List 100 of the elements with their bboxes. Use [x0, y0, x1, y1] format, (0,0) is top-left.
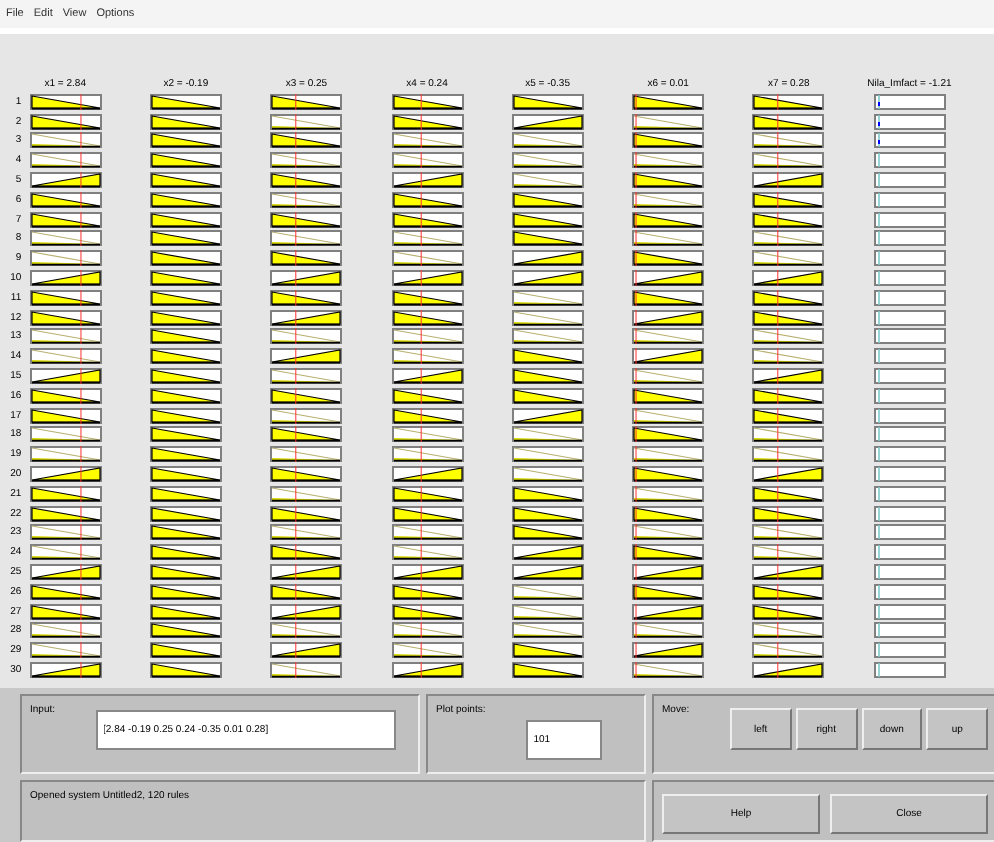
membership-plot[interactable]	[632, 446, 705, 463]
membership-plot[interactable]	[391, 446, 464, 463]
membership-plot[interactable]	[149, 564, 222, 580]
membership-plot[interactable]	[511, 270, 584, 287]
membership-plot[interactable]	[511, 211, 584, 228]
membership-plot[interactable]	[391, 622, 464, 639]
membership-plot[interactable]	[29, 348, 102, 365]
membership-plot[interactable]	[632, 426, 705, 443]
membership-plot[interactable]	[511, 368, 584, 385]
membership-plot[interactable]	[632, 387, 705, 404]
membership-plot[interactable]	[149, 387, 222, 404]
membership-plot[interactable]	[149, 250, 222, 267]
membership-plot[interactable]	[149, 466, 222, 483]
membership-plot[interactable]	[149, 642, 222, 659]
membership-plot[interactable]	[511, 661, 584, 678]
membership-plot[interactable]	[391, 583, 464, 600]
membership-plot[interactable]	[149, 230, 222, 247]
output-plot[interactable]	[873, 348, 946, 365]
membership-plot[interactable]	[511, 387, 584, 404]
membership-plot[interactable]	[391, 485, 464, 502]
output-plot[interactable]	[873, 485, 946, 502]
membership-plot[interactable]	[270, 113, 343, 130]
membership-plot[interactable]	[391, 250, 464, 267]
membership-plot[interactable]	[632, 172, 705, 189]
membership-plot[interactable]	[391, 426, 464, 443]
membership-plot[interactable]	[270, 132, 343, 149]
membership-plot[interactable]	[632, 466, 705, 483]
membership-plot[interactable]	[632, 250, 705, 267]
membership-plot[interactable]	[632, 348, 705, 365]
membership-plot[interactable]	[511, 485, 584, 502]
membership-plot[interactable]	[752, 485, 825, 502]
membership-plot[interactable]	[752, 270, 825, 287]
membership-plot[interactable]	[149, 309, 222, 326]
membership-plot[interactable]	[391, 93, 464, 110]
membership-plot[interactable]	[632, 230, 705, 247]
membership-plot[interactable]	[511, 466, 584, 483]
membership-plot[interactable]	[752, 603, 825, 620]
membership-plot[interactable]	[632, 132, 705, 149]
output-plot[interactable]	[873, 368, 946, 385]
membership-plot[interactable]	[632, 289, 705, 306]
membership-plot[interactable]	[270, 622, 343, 639]
output-plot[interactable]	[873, 505, 946, 522]
membership-plot[interactable]	[149, 152, 222, 169]
membership-plot[interactable]	[391, 152, 464, 169]
membership-plot[interactable]	[29, 132, 102, 149]
output-plot[interactable]	[873, 289, 946, 306]
membership-plot[interactable]	[511, 309, 584, 326]
membership-plot[interactable]	[29, 524, 102, 541]
membership-plot[interactable]	[149, 191, 222, 208]
output-plot[interactable]	[873, 309, 946, 326]
membership-plot[interactable]	[29, 661, 102, 678]
membership-plot[interactable]	[391, 289, 464, 306]
membership-plot[interactable]	[752, 309, 825, 326]
membership-plot[interactable]	[511, 603, 584, 620]
membership-plot[interactable]	[391, 564, 464, 580]
membership-plot[interactable]	[511, 191, 584, 208]
membership-plot[interactable]	[149, 211, 222, 228]
membership-plot[interactable]	[29, 466, 102, 483]
output-plot[interactable]	[873, 661, 946, 678]
membership-plot[interactable]	[29, 485, 102, 502]
membership-plot[interactable]	[29, 583, 102, 600]
membership-plot[interactable]	[391, 328, 464, 345]
output-plot[interactable]	[873, 172, 946, 189]
membership-plot[interactable]	[29, 387, 102, 404]
output-plot[interactable]	[873, 544, 946, 561]
membership-plot[interactable]	[752, 152, 825, 169]
membership-plot[interactable]	[752, 250, 825, 267]
membership-plot[interactable]	[752, 524, 825, 541]
membership-plot[interactable]	[752, 642, 825, 659]
output-plot[interactable]	[873, 603, 946, 620]
membership-plot[interactable]	[632, 544, 705, 561]
membership-plot[interactable]	[511, 93, 584, 110]
membership-plot[interactable]	[149, 622, 222, 639]
output-plot[interactable]	[873, 387, 946, 404]
membership-plot[interactable]	[511, 505, 584, 522]
membership-plot[interactable]	[270, 485, 343, 502]
membership-plot[interactable]	[632, 603, 705, 620]
membership-plot[interactable]	[391, 603, 464, 620]
membership-plot[interactable]	[149, 270, 222, 287]
output-plot[interactable]	[873, 622, 946, 639]
membership-plot[interactable]	[511, 250, 584, 267]
membership-plot[interactable]	[270, 466, 343, 483]
membership-plot[interactable]	[391, 191, 464, 208]
membership-plot[interactable]	[752, 505, 825, 522]
output-plot[interactable]	[873, 426, 946, 443]
membership-plot[interactable]	[270, 524, 343, 541]
membership-plot[interactable]	[29, 113, 102, 130]
membership-plot[interactable]	[149, 583, 222, 600]
membership-plot[interactable]	[632, 191, 705, 208]
membership-plot[interactable]	[391, 270, 464, 287]
membership-plot[interactable]	[29, 622, 102, 639]
membership-plot[interactable]	[632, 524, 705, 541]
membership-plot[interactable]	[270, 426, 343, 443]
membership-plot[interactable]	[270, 191, 343, 208]
output-plot[interactable]	[873, 583, 946, 600]
output-plot[interactable]	[873, 407, 946, 424]
membership-plot[interactable]	[391, 309, 464, 326]
membership-plot[interactable]	[752, 132, 825, 149]
membership-plot[interactable]	[752, 113, 825, 130]
membership-plot[interactable]	[149, 407, 222, 424]
